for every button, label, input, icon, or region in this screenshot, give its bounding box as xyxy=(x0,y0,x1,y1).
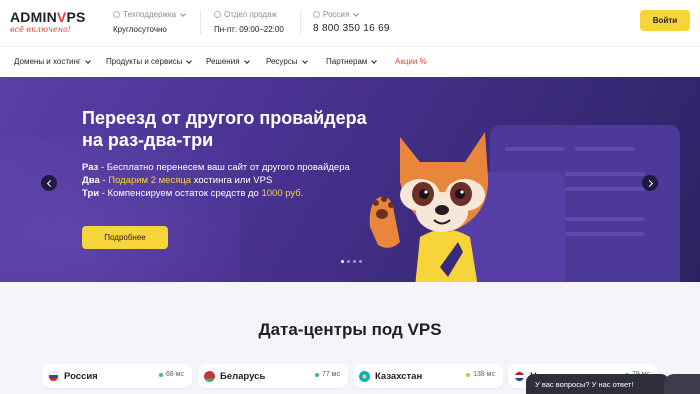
logo-text-left: ADMIN xyxy=(10,9,57,25)
datacenter-card-russia[interactable]: Россия 68 мс xyxy=(42,364,192,388)
nav-item-resources[interactable]: Ресурсы xyxy=(266,57,308,66)
chevron-down-icon xyxy=(243,57,250,64)
sales-hours: Пн-пт: 09:00–22:00 xyxy=(214,25,284,34)
nav-label: Партнерам xyxy=(326,57,368,66)
chevron-left-icon xyxy=(46,179,54,187)
region-phone[interactable]: Россия 8 800 350 16 69 xyxy=(313,10,390,34)
logo[interactable]: ADMIN V PS всё включено! xyxy=(10,10,96,36)
step-two-sep: - xyxy=(99,175,109,186)
datacenter-name: Казахстан xyxy=(375,371,423,382)
chevron-down-icon xyxy=(353,10,360,17)
nav-item-solutions[interactable]: Решения xyxy=(206,57,250,66)
step-one-label: Раз xyxy=(82,162,99,173)
server-slot xyxy=(565,187,645,191)
server-slot xyxy=(565,232,645,236)
ping-value: 68 мс xyxy=(165,371,184,378)
carousel-dot[interactable] xyxy=(359,260,362,263)
fox-mascot-illustration xyxy=(369,132,489,282)
chat-widget[interactable]: У вас вопросы? У нас ответ! xyxy=(526,374,669,394)
chat-bubble-icon[interactable] xyxy=(664,374,700,394)
server-slot xyxy=(565,172,645,176)
step-two-highlight: Подарим 2 месяца xyxy=(108,175,192,186)
carousel-dot[interactable] xyxy=(341,260,344,263)
logo-text-right: PS xyxy=(66,9,86,25)
server-slot xyxy=(565,217,645,221)
carousel-prev-button[interactable] xyxy=(41,175,57,191)
russia-flag-icon xyxy=(48,371,59,382)
chevron-down-icon xyxy=(84,57,91,64)
divider xyxy=(200,10,201,34)
netherlands-flag-icon xyxy=(514,371,525,382)
sales-label: Отдел продаж xyxy=(224,10,277,19)
divider xyxy=(300,10,301,34)
status-dot-icon xyxy=(466,372,471,377)
section-title: Дата-центры под VPS xyxy=(258,320,442,339)
step-three-label: Три xyxy=(82,188,100,199)
main-nav: Домены и хостинг Продукты и сервисы Реше… xyxy=(0,46,700,76)
phone-number[interactable]: 8 800 350 16 69 xyxy=(313,23,390,34)
promo-banner: Переезд от другого провайдера на раз-два… xyxy=(0,77,700,282)
step-one-text: - Бесплатно перенесем ваш сайт от другог… xyxy=(98,162,350,173)
nav-item-domains[interactable]: Домены и хостинг xyxy=(14,57,91,66)
more-button[interactable]: Подробнее xyxy=(82,226,168,249)
nav-item-partners[interactable]: Партнерам xyxy=(326,57,378,66)
step-two-text: хостинга или VPS xyxy=(191,175,273,186)
ping-value: 77 мс xyxy=(321,371,340,378)
ping-indicator: 138 мс xyxy=(466,371,495,378)
datacenter-card-kazakhstan[interactable]: Казахстан 138 мс xyxy=(353,364,503,388)
region-label: Россия xyxy=(323,10,350,19)
banner-text: Раз - Бесплатно перенесем ваш сайт от др… xyxy=(82,161,350,200)
nav-label: Домены и хостинг xyxy=(14,57,81,66)
step-three-highlight: 1000 руб. xyxy=(261,188,304,199)
nav-item-promo[interactable]: Акции % xyxy=(395,57,427,66)
step-two-label: Два xyxy=(82,175,100,186)
datacenter-card-belarus[interactable]: Беларусь 77 мс xyxy=(198,364,348,388)
nav-label: Продукты и сервисы xyxy=(106,57,183,66)
support-value: Круглосуточно xyxy=(113,25,167,34)
chevron-down-icon xyxy=(180,10,186,17)
chevron-down-icon xyxy=(301,57,308,64)
status-dot-icon xyxy=(314,372,319,377)
logo-wordmark: ADMIN V PS xyxy=(10,10,96,24)
step-three-text: - Компенсируем остаток средств до xyxy=(99,188,262,199)
ping-indicator: 68 мс xyxy=(158,371,184,378)
belarus-flag-icon xyxy=(204,371,215,382)
nav-item-products[interactable]: Продукты и сервисы xyxy=(106,57,193,66)
datacenter-name: Беларусь xyxy=(220,371,266,382)
nav-label: Ресурсы xyxy=(266,57,298,66)
support-info[interactable]: Техподдержка Круглосуточно xyxy=(113,10,186,34)
nav-label: Решения xyxy=(206,57,240,66)
top-header: ADMIN V PS всё включено! Техподдержка Круг… xyxy=(0,0,700,46)
support-icon xyxy=(113,11,120,18)
carousel-dot[interactable] xyxy=(347,260,350,263)
carousel-next-button[interactable] xyxy=(642,175,658,191)
status-dot-icon xyxy=(158,372,163,377)
chevron-down-icon xyxy=(186,57,193,64)
server-slot xyxy=(575,147,635,151)
banner-glow xyxy=(0,137,240,282)
ping-indicator: 77 мс xyxy=(314,371,340,378)
clock-icon xyxy=(214,11,221,18)
logo-v: V xyxy=(56,9,67,25)
banner-title: Переезд от другого провайдера на раз-два… xyxy=(82,108,367,150)
chevron-right-icon xyxy=(645,179,653,187)
carousel-dot[interactable] xyxy=(353,260,356,263)
ping-value: 138 мс xyxy=(473,371,495,378)
datacenter-name: Россия xyxy=(64,371,98,382)
logo-tagline: всё включено! xyxy=(10,25,71,34)
support-label: Техподдержка xyxy=(123,10,177,19)
chevron-down-icon xyxy=(371,57,378,64)
carousel-dots xyxy=(341,260,362,263)
login-button[interactable]: Войти xyxy=(640,10,690,31)
sales-info[interactable]: Отдел продаж Пн-пт: 09:00–22:00 xyxy=(214,10,284,34)
globe-icon xyxy=(313,11,320,18)
kazakhstan-flag-icon xyxy=(359,371,370,382)
